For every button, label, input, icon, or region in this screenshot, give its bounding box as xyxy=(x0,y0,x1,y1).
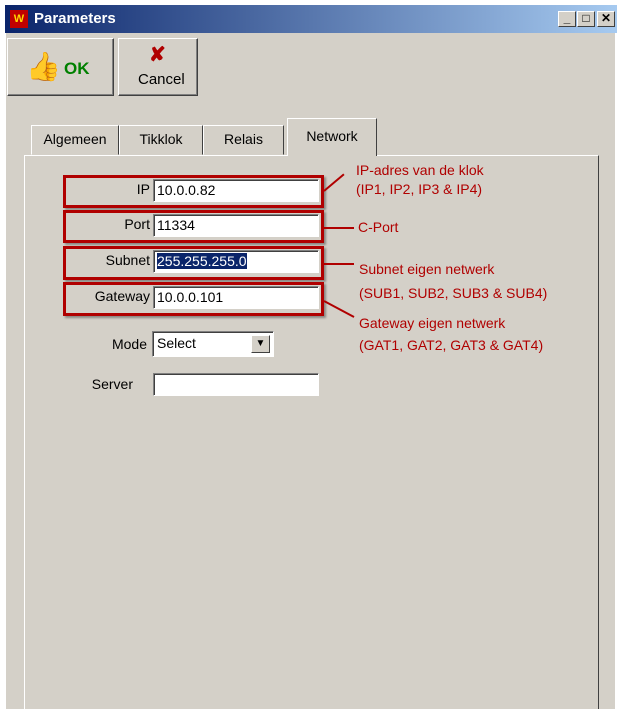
gateway-label: Gateway xyxy=(94,288,150,304)
server-input[interactable] xyxy=(153,373,319,396)
subnet-selected-text: 255.255.255.0 xyxy=(157,253,247,269)
cancel-label: Cancel xyxy=(138,71,185,88)
subnet-annotation-line xyxy=(324,263,354,265)
app-icon: W xyxy=(10,10,28,28)
tab-relais[interactable]: Relais xyxy=(203,125,284,155)
ip-label: IP xyxy=(136,181,150,197)
minimize-button[interactable]: _ xyxy=(558,11,576,27)
server-label: Server xyxy=(91,376,133,392)
gateway-input[interactable]: 10.0.0.101 xyxy=(153,286,319,309)
subnet-input[interactable]: 255.255.255.0 xyxy=(153,250,319,273)
subnet-annotation-line1: Subnet eigen netwerk xyxy=(359,261,495,277)
thumbs-up-icon: 👍 xyxy=(26,51,61,82)
ok-button[interactable]: 👍 OK xyxy=(7,38,114,96)
port-annotation-line xyxy=(324,227,354,229)
chevron-down-icon[interactable]: ▼ xyxy=(251,335,270,353)
ok-label: OK xyxy=(64,59,90,78)
red-x-icon: ✘ xyxy=(149,44,166,66)
tab-tikklok[interactable]: Tikklok xyxy=(119,125,203,155)
maximize-button[interactable]: □ xyxy=(577,11,595,27)
tab-network[interactable]: Network xyxy=(287,118,377,156)
mode-selected-value: Select xyxy=(157,335,196,351)
cancel-button[interactable]: ✘ Cancel xyxy=(118,38,198,96)
subnet-label: Subnet xyxy=(105,252,150,268)
ip-input[interactable]: 10.0.0.82 xyxy=(153,179,319,202)
subnet-annotation: Subnet eigen netwerk (SUB1, SUB2, SUB3 &… xyxy=(359,260,547,303)
window-title: Parameters xyxy=(34,10,116,27)
gateway-annotation: Gateway eigen netwerk (GAT1, GAT2, GAT3 … xyxy=(359,314,543,355)
mode-label: Mode xyxy=(111,336,147,352)
ip-annotation-line1: IP-adres van de klok xyxy=(356,162,484,178)
gateway-annotation-line2: (GAT1, GAT2, GAT3 & GAT4) xyxy=(359,337,544,353)
mode-select[interactable]: Select ▼ xyxy=(152,331,274,357)
ip-annotation: IP-adres van de klok (IP1, IP2, IP3 & IP… xyxy=(356,161,484,199)
tab-algemeen[interactable]: Algemeen xyxy=(31,125,119,155)
ip-annotation-line2: (IP1, IP2, IP3 & IP4) xyxy=(356,181,483,197)
close-button[interactable]: ✕ xyxy=(597,11,615,27)
port-annotation: C-Port xyxy=(358,219,399,235)
subnet-annotation-line2: (SUB1, SUB2, SUB3 & SUB4) xyxy=(359,285,548,301)
port-input[interactable]: 11334 xyxy=(153,214,319,237)
port-label: Port xyxy=(124,216,150,232)
gateway-annotation-line1: Gateway eigen netwerk xyxy=(359,315,506,331)
